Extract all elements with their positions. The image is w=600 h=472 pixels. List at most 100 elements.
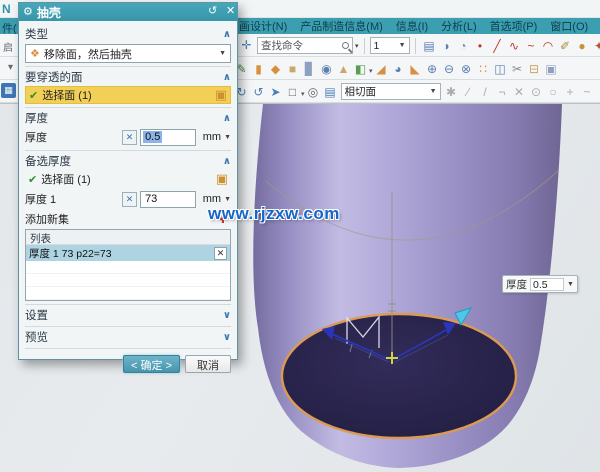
polyline-icon[interactable]: ∿ bbox=[506, 38, 523, 55]
divider bbox=[25, 326, 231, 327]
menu-item-analysis[interactable]: 分析(L) bbox=[441, 18, 476, 34]
chevron-up-icon[interactable]: ∧ bbox=[223, 113, 231, 124]
dialog-title: 抽壳 bbox=[37, 4, 197, 21]
thickness-input[interactable]: 0.5 bbox=[140, 129, 196, 146]
spline-icon[interactable]: ~ bbox=[523, 38, 540, 55]
view-book-icon[interactable]: ▤ bbox=[322, 84, 339, 101]
chevron-up-icon[interactable]: ∧ bbox=[223, 156, 231, 167]
extrude-icon[interactable]: ▮ bbox=[250, 61, 267, 78]
menu-item-preferences[interactable]: 首选项(P) bbox=[490, 18, 538, 34]
chevron-down-icon[interactable]: ∨ bbox=[223, 332, 231, 343]
cylinder-icon[interactable]: ▊ bbox=[301, 61, 318, 78]
snap-intersection-icon[interactable]: ✕ bbox=[511, 84, 528, 101]
cancel-button[interactable]: 取消 bbox=[185, 355, 231, 373]
point-icon[interactable]: • bbox=[472, 38, 489, 55]
chevron-up-icon[interactable]: ∧ bbox=[223, 72, 231, 83]
intersect-icon[interactable]: ⊗ bbox=[458, 61, 475, 78]
dialog-body: 类型 ∧ ❖ 移除面，然后抽壳 ▼ 要穿透的面 ∧ ✔ 选择面 (1) ▣ 厚度… bbox=[19, 21, 237, 373]
remove-icon[interactable]: ✕ bbox=[214, 247, 227, 260]
menu-item-pmi[interactable]: 产品制造信息(M) bbox=[300, 18, 383, 34]
find-command-caret-icon[interactable]: ▾ bbox=[355, 42, 359, 50]
hole-icon[interactable]: ◉ bbox=[318, 61, 335, 78]
snap-settings-icon[interactable]: ✱ bbox=[443, 84, 460, 101]
edge-blend-icon[interactable]: ◕ bbox=[390, 61, 407, 78]
close-icon[interactable]: ✕ bbox=[219, 3, 233, 21]
formula-icon[interactable]: ✕ bbox=[122, 130, 137, 145]
sphere-icon[interactable]: ● bbox=[574, 38, 591, 55]
face-cube-icon[interactable]: ▣ bbox=[215, 87, 227, 103]
list-row-selected[interactable]: 厚度 1 73 p22=73 ✕ bbox=[26, 245, 230, 261]
dropdown-caret-icon[interactable]: ▾ bbox=[369, 68, 373, 75]
section-settings-header[interactable]: 设置 ∨ bbox=[25, 307, 231, 323]
rect-select-icon[interactable]: □ bbox=[284, 84, 301, 101]
shell-icon[interactable]: ◧ bbox=[352, 61, 369, 78]
draft-icon[interactable]: ◢ bbox=[373, 61, 390, 78]
alt-select-face-row[interactable]: ✔ 选择面 (1) ▣ bbox=[25, 170, 231, 188]
face-cube-icon[interactable]: ▣ bbox=[216, 171, 228, 187]
menu-item-information[interactable]: 信息(I) bbox=[396, 18, 428, 34]
select-face-row-active[interactable]: ✔ 选择面 (1) ▣ bbox=[25, 86, 231, 104]
show-hide-icon[interactable]: ◑ bbox=[438, 38, 455, 55]
snap-point-on-curve-icon[interactable]: ~ bbox=[579, 84, 596, 101]
more-features-icon[interactable]: ▣ bbox=[543, 61, 560, 78]
snap-endpoint-icon[interactable]: ∕ bbox=[460, 84, 477, 101]
orbit-rotate-alt-icon[interactable]: ↺ bbox=[250, 84, 267, 101]
chevron-down-icon: ▼ bbox=[430, 88, 437, 95]
section-preview-header[interactable]: 预览 ∨ bbox=[25, 329, 231, 345]
selection-scope-combo[interactable]: 相切面 ▼ bbox=[341, 83, 441, 100]
snap-midpoint-icon[interactable]: / bbox=[477, 84, 494, 101]
snap-quadrant-icon[interactable]: ○ bbox=[545, 84, 562, 101]
shell-bottom-face[interactable] bbox=[282, 314, 516, 438]
measure-icon[interactable]: ✐ bbox=[557, 38, 574, 55]
chamfer-icon[interactable]: ◣ bbox=[407, 61, 424, 78]
view-layer-combo[interactable]: 1 ▼ bbox=[370, 37, 410, 54]
divider bbox=[25, 150, 231, 151]
chevron-up-icon[interactable]: ∧ bbox=[223, 29, 231, 40]
chevron-down-icon[interactable]: ▼ bbox=[224, 134, 231, 141]
datum-csys-icon[interactable]: ✦ bbox=[591, 38, 600, 55]
section-thickness-header[interactable]: 厚度 ∧ bbox=[25, 110, 231, 126]
list-row-text: 厚度 1 73 p22=73 bbox=[29, 246, 214, 261]
section-type-header[interactable]: 类型 ∧ bbox=[25, 26, 231, 42]
offset-face-icon[interactable]: ⊟ bbox=[526, 61, 543, 78]
pattern-feature-icon[interactable]: ∷ bbox=[475, 61, 492, 78]
show-shaded-icon[interactable]: ◎ bbox=[305, 84, 322, 101]
chevron-down-icon[interactable]: ∨ bbox=[223, 310, 231, 321]
arc-icon[interactable]: ◠ bbox=[540, 38, 557, 55]
boss-icon[interactable]: ▲ bbox=[335, 61, 352, 78]
dialog-titlebar[interactable]: ⚙ 抽壳 ↺ ✕ bbox=[19, 3, 237, 21]
shell-type-dropdown[interactable]: ❖ 移除面，然后抽壳 ▼ bbox=[25, 44, 231, 63]
menu-item-window[interactable]: 窗口(O) bbox=[550, 18, 588, 34]
section-alt-thickness-header[interactable]: 备选厚度 ∧ bbox=[25, 153, 231, 169]
section-type-label: 类型 bbox=[25, 26, 223, 42]
section-pierce-header[interactable]: 要穿透的面 ∧ bbox=[25, 69, 231, 85]
dialog-reset-icon[interactable]: ↺ bbox=[201, 3, 215, 21]
unite-icon[interactable]: ⊕ bbox=[424, 61, 441, 78]
revolve-icon[interactable]: ◆ bbox=[267, 61, 284, 78]
snap-existing-point-icon[interactable]: + bbox=[562, 84, 579, 101]
line-icon[interactable]: ╱ bbox=[489, 38, 506, 55]
section-alt-thickness-label: 备选厚度 bbox=[25, 153, 223, 169]
menu-item-design[interactable]: 画设计(N) bbox=[239, 18, 287, 34]
subtract-icon[interactable]: ⊖ bbox=[441, 61, 458, 78]
trim-body-icon[interactable]: ✂ bbox=[509, 61, 526, 78]
block-icon[interactable]: ■ bbox=[284, 61, 301, 78]
chevron-down-icon[interactable]: ▼ bbox=[224, 196, 231, 203]
layer-settings-icon[interactable]: ▤ bbox=[421, 38, 438, 55]
dropdown-caret-icon[interactable]: ▾ bbox=[301, 91, 305, 98]
select-tool-icon[interactable]: ✛ bbox=[238, 37, 255, 54]
snap-arc-center-icon[interactable]: ⊙ bbox=[528, 84, 545, 101]
select-cursor-icon[interactable]: ➤ bbox=[267, 84, 284, 101]
formula-icon[interactable]: ✕ bbox=[122, 192, 137, 207]
snap-point-on-face-icon[interactable]: ◦ bbox=[596, 84, 600, 101]
alt-thickness-input[interactable]: 73 bbox=[140, 191, 196, 208]
ok-button[interactable]: < 确定 > bbox=[123, 355, 180, 373]
snap-control-point-icon[interactable]: ¬ bbox=[494, 84, 511, 101]
find-command-input[interactable]: 查找命令 bbox=[257, 37, 353, 54]
mirror-feature-icon[interactable]: ◫ bbox=[492, 61, 509, 78]
chevron-down-icon[interactable]: ▼ bbox=[567, 281, 574, 288]
immediate-hide-icon[interactable]: ◔ bbox=[455, 38, 472, 55]
resource-bar-icon[interactable]: ▦ bbox=[1, 83, 16, 98]
onscreen-thickness-value[interactable]: 0.5 bbox=[530, 278, 564, 291]
add-new-set-row[interactable]: 添加新集 ✚ bbox=[25, 211, 231, 227]
